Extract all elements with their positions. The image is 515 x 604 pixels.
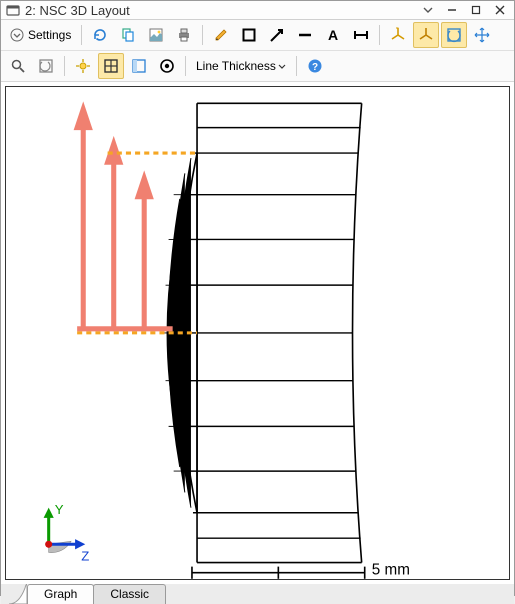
app-icon: [5, 2, 21, 18]
zoom-rect-icon: [38, 58, 54, 74]
axes-rotate-icon: [390, 27, 406, 43]
titlebar: 2: NSC 3D Layout: [1, 1, 514, 20]
dimension-icon: [353, 27, 369, 43]
svg-text:?: ?: [312, 62, 318, 73]
toolbar-secondary: Line Thickness ?: [1, 51, 514, 82]
window-title: 2: NSC 3D Layout: [25, 3, 414, 18]
print-button[interactable]: [171, 22, 197, 48]
settings-expand-button[interactable]: Settings: [5, 22, 76, 48]
tab-bar: Graph Classic: [1, 584, 514, 604]
help-button[interactable]: ?: [302, 53, 328, 79]
chevron-down-circle-icon: [10, 28, 24, 42]
layout-drawing: 5 mm Z Y: [6, 87, 509, 579]
target-icon: [159, 58, 175, 74]
layout-icon: [131, 58, 147, 74]
fit-icon: [103, 58, 119, 74]
help-icon: ?: [307, 58, 323, 74]
line-tool-button[interactable]: [292, 22, 318, 48]
camera-lock-button[interactable]: [413, 22, 439, 48]
fit-view-button[interactable]: [98, 53, 124, 79]
separator: [296, 56, 297, 76]
refresh-button[interactable]: [87, 22, 113, 48]
toolbar-primary: Settings: [1, 20, 514, 51]
text-tool-button[interactable]: A: [320, 22, 346, 48]
pencil-icon: [213, 27, 229, 43]
maximize-button[interactable]: [466, 1, 486, 19]
minimize-button[interactable]: [442, 1, 462, 19]
pan-arrows-icon: [474, 27, 490, 43]
rotate-3d-button[interactable]: [385, 22, 411, 48]
layout-button[interactable]: [126, 53, 152, 79]
dropdown-caret-icon: [278, 59, 286, 73]
print-icon: [176, 27, 192, 43]
separator: [202, 25, 203, 45]
orbit-button[interactable]: [441, 22, 467, 48]
copy-icon: [120, 27, 136, 43]
axes-locked-icon: [418, 27, 434, 43]
zoom-rect-button[interactable]: [33, 53, 59, 79]
window-frame: 2: NSC 3D Layout Settings: [0, 0, 515, 596]
axis-y-label: Y: [55, 502, 64, 517]
rays-icon: [75, 58, 91, 74]
separator: [64, 56, 65, 76]
line-thickness-label: Line Thickness: [196, 59, 276, 73]
image-save-icon: [148, 27, 164, 43]
separator: [185, 56, 186, 76]
viewport-3d[interactable]: 5 mm Z Y: [5, 86, 510, 580]
pan-button[interactable]: [469, 22, 495, 48]
target-button[interactable]: [154, 53, 180, 79]
line-thickness-dropdown[interactable]: Line Thickness: [191, 53, 291, 79]
separator: [81, 25, 82, 45]
viewport-container: 5 mm Z Y: [1, 82, 514, 584]
arrow-diag-icon: [269, 27, 285, 43]
text-a-icon: A: [325, 27, 341, 43]
toggle-rays-button[interactable]: [70, 53, 96, 79]
scale-label: 5 mm: [372, 562, 410, 579]
separator: [379, 25, 380, 45]
tab-classic-label: Classic: [110, 587, 149, 601]
tab-classic[interactable]: Classic: [93, 584, 166, 604]
zoom-icon: [10, 58, 26, 74]
tab-graph-label: Graph: [44, 587, 77, 601]
dropdown-button[interactable]: [418, 1, 438, 19]
close-button[interactable]: [490, 1, 510, 19]
axis-z-label: Z: [81, 549, 89, 564]
orbit-icon: [446, 27, 462, 43]
dimension-tool-button[interactable]: [348, 22, 374, 48]
copy-button[interactable]: [115, 22, 141, 48]
settings-label: Settings: [28, 28, 71, 42]
zoom-button[interactable]: [5, 53, 31, 79]
tab-graph[interactable]: Graph: [27, 584, 94, 604]
svg-text:A: A: [328, 27, 338, 43]
rectangle-icon: [241, 27, 257, 43]
pencil-tool-button[interactable]: [208, 22, 234, 48]
save-image-button[interactable]: [143, 22, 169, 48]
arrow-tool-button[interactable]: [264, 22, 290, 48]
tab-curve-decoration: [9, 584, 27, 604]
rectangle-tool-button[interactable]: [236, 22, 262, 48]
line-horiz-icon: [297, 27, 313, 43]
refresh-icon: [92, 27, 108, 43]
